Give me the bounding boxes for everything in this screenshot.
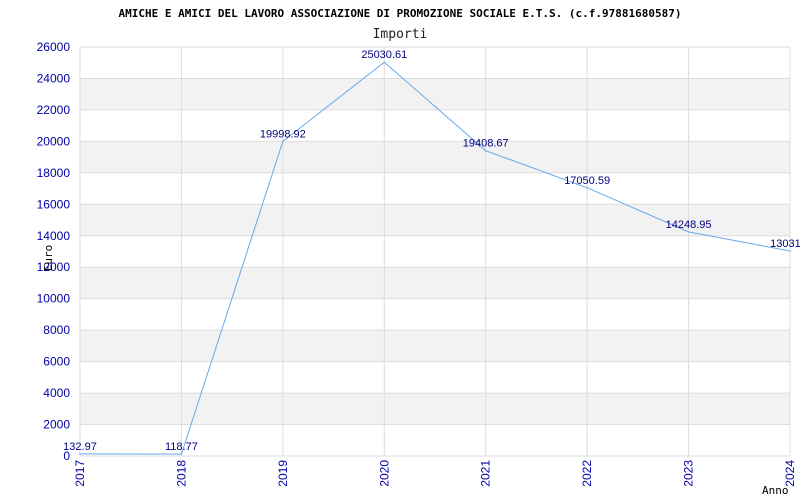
data-point (383, 61, 386, 64)
data-label: 19408.67 (463, 138, 509, 150)
data-point (79, 453, 81, 455)
x-tick-label: 2018 (174, 460, 188, 487)
data-label: 118.77 (165, 441, 198, 453)
y-tick-label: 24000 (37, 71, 71, 85)
y-tick-label: 16000 (37, 197, 71, 211)
grid-band (80, 78, 790, 110)
grid-band (80, 393, 790, 425)
data-point (687, 231, 690, 233)
x-tick-label: 2019 (276, 460, 290, 487)
x-tick-label: 2021 (479, 460, 493, 487)
data-label: 14248.95 (666, 219, 712, 231)
line-chart: AMICHE E AMICI DEL LAVORO ASSOCIAZIONE D… (37, 7, 800, 497)
plot-bands (80, 78, 790, 425)
data-point (484, 149, 487, 152)
y-tick-label: 8000 (43, 323, 70, 337)
y-tick-label: 2000 (43, 418, 70, 432)
y-tick-label: 22000 (37, 103, 71, 117)
y-tick-label: 20000 (37, 134, 71, 148)
y-tick-label: 18000 (37, 166, 71, 180)
x-tick-label: 2022 (580, 460, 594, 487)
data-point (586, 186, 588, 189)
grid-band (80, 267, 790, 299)
y-axis-label: Euro (42, 245, 55, 272)
x-tick-label: 2024 (783, 460, 797, 487)
y-tick-label: 14000 (37, 229, 71, 243)
y-tick-label: 6000 (43, 355, 70, 369)
data-label: 25030.61 (361, 49, 407, 61)
chart-subtitle: Importi (373, 27, 428, 42)
data-label: 13031.7 (770, 238, 800, 250)
data-label: 17050.59 (564, 175, 610, 187)
data-point (180, 453, 183, 455)
data-point (789, 250, 791, 252)
chart-title: AMICHE E AMICI DEL LAVORO ASSOCIAZIONE D… (119, 7, 682, 20)
x-axis-ticks: 2017 2018 2019 2020 2021 2022 2023 2024 (73, 460, 797, 487)
x-tick-label: 2023 (682, 460, 696, 487)
grid-band (80, 141, 790, 173)
data-point (282, 140, 284, 143)
data-label: 132.97 (63, 441, 97, 453)
grid-band (80, 330, 790, 362)
y-tick-label: 4000 (43, 386, 70, 400)
y-tick-label: 26000 (37, 40, 71, 54)
x-tick-label: 2020 (377, 460, 391, 487)
x-axis-label: Anno (762, 484, 789, 497)
y-tick-label: 10000 (37, 292, 71, 306)
x-tick-label: 2017 (73, 460, 87, 487)
data-label: 19998.92 (260, 128, 306, 140)
